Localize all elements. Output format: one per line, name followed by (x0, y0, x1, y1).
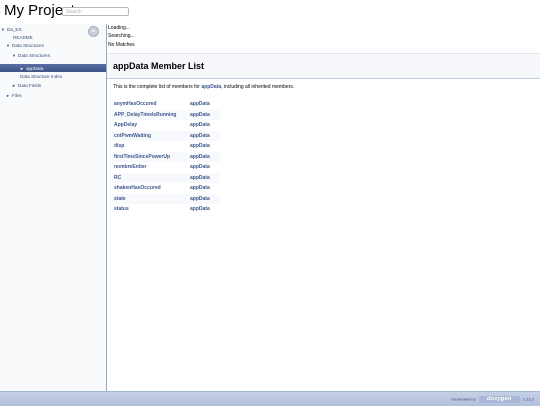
nav-item-label[interactable]: README (13, 35, 33, 40)
table-row: anymHasOccured appData (112, 99, 220, 110)
table-row: shakenHasOccured appData (112, 183, 220, 194)
member-class-link[interactable]: appData (188, 120, 220, 131)
page-title: appData Member List (113, 61, 205, 71)
nav-item-data-structures-sub[interactable]: ▼ Data Structures (12, 52, 50, 59)
table-row: firstTimeSincePowerUp appData (112, 151, 220, 162)
nav-item-label[interactable]: Data Structures (12, 43, 44, 48)
member-class-link[interactable]: appData (188, 141, 220, 152)
nav-item-label[interactable]: Data Structure Index (20, 74, 62, 79)
intro-prefix: This is the complete list of members for (113, 84, 202, 90)
member-name-link[interactable]: APP_DelayTimeIsRunning (112, 109, 188, 120)
nav-item-da-es[interactable]: ▼ Da_ES (1, 26, 22, 33)
table-row: APP_DelayTimeIsRunning appData (112, 109, 220, 120)
table-row: disp appData (112, 141, 220, 152)
nav-item-appdata[interactable]: ► appData (20, 65, 43, 72)
sync-icon[interactable]: ⇄ (88, 26, 99, 37)
nav-item-label[interactable]: Files (12, 93, 22, 98)
table-row: cntPwmWaiting appData (112, 130, 220, 141)
table-row: AppDelay appData (112, 120, 220, 131)
search-loading-text: Loading... (108, 25, 130, 31)
member-name-link[interactable]: RC (112, 172, 188, 183)
nav-item-label[interactable]: Data Fields (18, 83, 41, 88)
doxygen-logo[interactable]: doxygen (478, 396, 520, 403)
member-name-link[interactable]: anymHasOccured (112, 99, 188, 110)
nav-item-label[interactable]: appData (26, 66, 43, 71)
member-name-link[interactable]: status (112, 204, 188, 215)
member-name-link[interactable]: nombreEntier (112, 162, 188, 173)
member-class-link[interactable]: appData (188, 109, 220, 120)
generated-by-label: Generated by (451, 396, 476, 402)
side-nav: ⇄ ▼ Da_ES README ▼ Data Structures ▼ Data S… (0, 24, 107, 391)
page-header: appData Member List (107, 53, 540, 79)
member-class-link[interactable]: appData (188, 151, 220, 162)
nav-item-files[interactable]: ► Files (6, 92, 22, 99)
table-row: status appData (112, 204, 220, 215)
footer: Generated by doxygen 1.13.2 (0, 391, 540, 406)
nav-item-readme[interactable]: README (13, 34, 33, 41)
search-no-matches-text: No Matches (108, 42, 135, 48)
member-name-link[interactable]: shakenHasOccured (112, 183, 188, 194)
table-row: state appData (112, 193, 220, 204)
doxygen-version: 1.13.2 (522, 396, 534, 402)
member-class-link[interactable]: appData (188, 162, 220, 173)
intro-suffix: , including all inherited members. (221, 84, 295, 90)
nav-item-data-structures[interactable]: ▼ Data Structures (6, 42, 44, 49)
table-row: RC appData (112, 172, 220, 183)
member-class-link[interactable]: appData (188, 193, 220, 204)
top-header: My Project (0, 0, 540, 24)
nav-selected-highlight (0, 64, 106, 72)
member-class-link[interactable]: appData (188, 183, 220, 194)
class-link[interactable]: appData (201, 84, 221, 90)
member-name-link[interactable]: disp (112, 141, 188, 152)
nav-item-data-fields[interactable]: ► Data Fields (12, 82, 41, 89)
table-row: nombreEntier appData (112, 162, 220, 173)
member-class-link[interactable]: appData (188, 204, 220, 215)
member-table: anymHasOccured appData APP_DelayTimeIsRunn… (112, 99, 220, 215)
member-name-link[interactable]: firstTimeSincePowerUp (112, 151, 188, 162)
doc-content: Loading... Searching... No Matches appDa… (107, 24, 540, 391)
nav-item-data-structure-index[interactable]: Data Structure Index (20, 73, 62, 80)
member-name-link[interactable]: AppDelay (112, 120, 188, 131)
member-class-link[interactable]: appData (188, 99, 220, 110)
member-class-link[interactable]: appData (188, 130, 220, 141)
member-name-link[interactable]: state (112, 193, 188, 204)
intro-text: This is the complete list of members for… (113, 84, 294, 90)
footer-text: Generated by doxygen 1.13.2 (451, 396, 534, 403)
nav-item-label[interactable]: Data Structures (18, 53, 50, 58)
search-input[interactable] (62, 7, 129, 16)
member-name-link[interactable]: cntPwmWaiting (112, 130, 188, 141)
search-searching-text: Searching... (108, 33, 135, 39)
nav-item-label[interactable]: Da_ES (7, 27, 22, 32)
member-class-link[interactable]: appData (188, 172, 220, 183)
